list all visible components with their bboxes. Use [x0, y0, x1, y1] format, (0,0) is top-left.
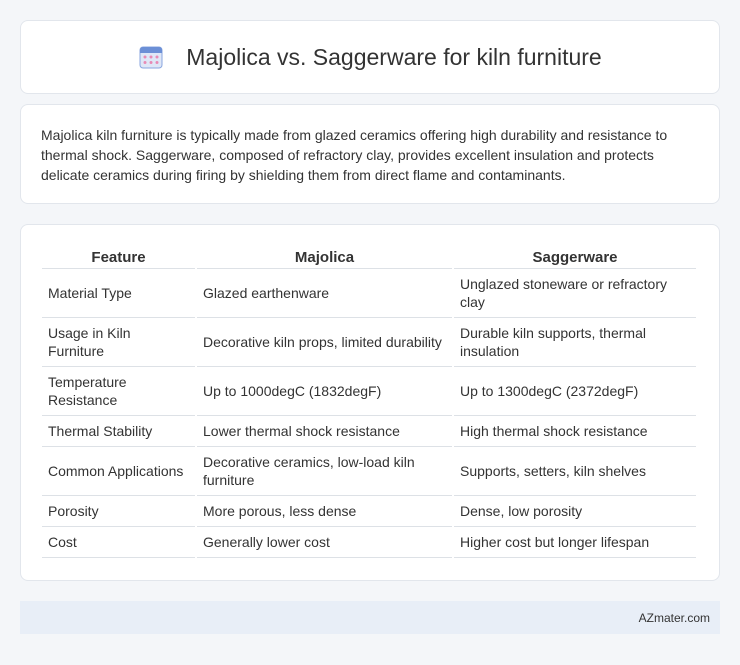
cell-saggerware: Higher cost but longer lifespan: [454, 527, 696, 558]
header-majolica: Majolica: [197, 245, 452, 269]
cell-majolica: Lower thermal shock resistance: [197, 416, 452, 447]
cell-feature: Porosity: [42, 496, 195, 527]
comparison-table: Feature Majolica Saggerware Material Typ…: [40, 245, 698, 558]
cell-saggerware: High thermal shock resistance: [454, 416, 696, 447]
table-row: Common Applications Decorative ceramics,…: [42, 447, 696, 496]
cell-feature: Material Type: [42, 269, 195, 318]
cell-feature: Usage in Kiln Furniture: [42, 318, 195, 367]
cell-feature: Common Applications: [42, 447, 195, 496]
table-row: Cost Generally lower cost Higher cost bu…: [42, 527, 696, 558]
summary-text: Majolica kiln furniture is typically mad…: [41, 127, 668, 183]
table-row: Material Type Glazed earthenware Unglaze…: [42, 269, 696, 318]
cell-majolica: Glazed earthenware: [197, 269, 452, 318]
table-row: Temperature Resistance Up to 1000degC (1…: [42, 367, 696, 416]
cell-majolica: Decorative ceramics, low-load kiln furni…: [197, 447, 452, 496]
table-header-row: Feature Majolica Saggerware: [42, 245, 696, 269]
header-feature: Feature: [42, 245, 195, 269]
cell-saggerware: Unglazed stoneware or refractory clay: [454, 269, 696, 318]
cell-feature: Thermal Stability: [42, 416, 195, 447]
page-title: Majolica vs. Saggerware for kiln furnitu…: [186, 43, 602, 70]
calendar-grid-icon: [139, 46, 163, 69]
cell-majolica: More porous, less dense: [197, 496, 452, 527]
header-saggerware: Saggerware: [454, 245, 696, 269]
cell-majolica: Decorative kiln props, limited durabilit…: [197, 318, 452, 367]
cell-feature: Temperature Resistance: [42, 367, 195, 416]
table-row: Usage in Kiln Furniture Decorative kiln …: [42, 318, 696, 367]
cell-feature: Cost: [42, 527, 195, 558]
cell-saggerware: Durable kiln supports, thermal insulatio…: [454, 318, 696, 367]
header-card: Majolica vs. Saggerware for kiln furnitu…: [20, 20, 720, 94]
footer-brand: AZmater.com: [638, 610, 710, 625]
cell-saggerware: Up to 1300degC (2372degF): [454, 367, 696, 416]
summary-card: Majolica kiln furniture is typically mad…: [20, 104, 720, 204]
footer: AZmater.com: [20, 601, 720, 634]
cell-saggerware: Supports, setters, kiln shelves: [454, 447, 696, 496]
table-row: Porosity More porous, less dense Dense, …: [42, 496, 696, 527]
cell-saggerware: Dense, low porosity: [454, 496, 696, 527]
table-row: Thermal Stability Lower thermal shock re…: [42, 416, 696, 447]
cell-majolica: Up to 1000degC (1832degF): [197, 367, 452, 416]
comparison-table-card: Feature Majolica Saggerware Material Typ…: [20, 224, 720, 581]
cell-majolica: Generally lower cost: [197, 527, 452, 558]
